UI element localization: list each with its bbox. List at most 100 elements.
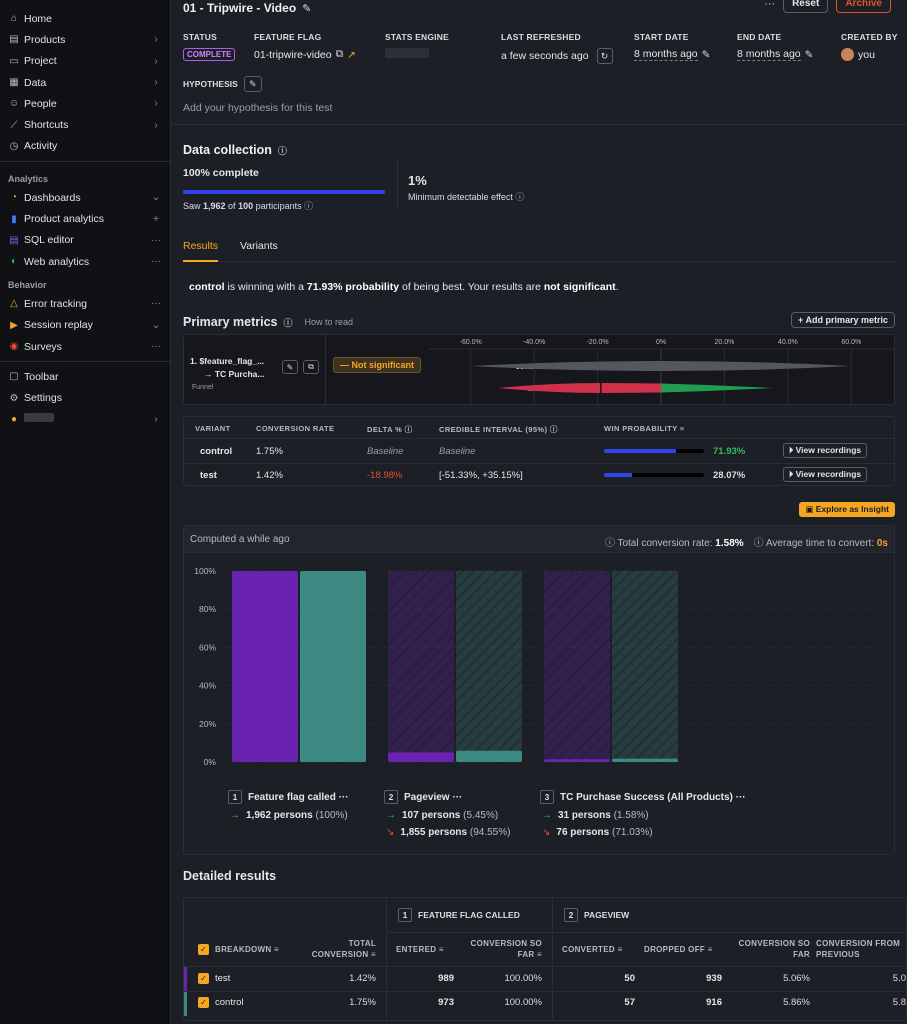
sidebar-item-trail-icon[interactable]: ⌄ <box>150 192 162 203</box>
refresh-icon[interactable]: ↻ <box>596 48 613 64</box>
stats-engine-label: STATS ENGINE <box>385 32 449 42</box>
experiment-page: 01 - Tripwire - Video ✎ ··· Reset Archiv… <box>171 0 907 1024</box>
sidebar-item-surveys[interactable]: ◉ Surveys ··· <box>0 336 170 357</box>
more-icon[interactable]: ··· <box>736 792 746 803</box>
variant-name: control <box>200 446 233 457</box>
sidebar-item-people[interactable]: ☺ People › <box>0 93 170 114</box>
checkbox-icon[interactable]: ✓ <box>198 973 209 984</box>
reset-button[interactable]: Reset <box>783 0 829 13</box>
sidebar-item-trail-icon[interactable]: › <box>150 120 162 131</box>
active-tab-indicator <box>183 260 218 262</box>
info-icon[interactable]: ⓘ <box>278 144 287 157</box>
sidebar-item-project[interactable]: ▭ Project › <box>0 51 170 72</box>
clock-icon: ◷ <box>9 140 19 152</box>
sidebar-item-trail-icon[interactable]: + <box>150 214 162 225</box>
more-icon[interactable]: ··· <box>339 792 349 803</box>
sidebar-item-trail-icon[interactable]: ⌄ <box>150 320 162 331</box>
avg-time-to-convert: ⓘ Average time to convert: 0s <box>753 538 888 549</box>
start-date-value[interactable]: 8 months ago <box>634 48 698 61</box>
tab-results[interactable]: Results <box>183 240 218 252</box>
info-icon[interactable]: ⓘ <box>304 201 313 211</box>
breakdown-cell[interactable]: ✓ test <box>198 973 230 984</box>
col-win-probability[interactable]: WIN PROBABILITY ≡ <box>604 424 685 433</box>
edit-start-date-icon[interactable]: ✎ <box>702 49 711 61</box>
edit-end-date-icon[interactable]: ✎ <box>805 49 814 61</box>
sidebar-item-shortcuts[interactable]: ⟋ Shortcuts › <box>0 114 170 135</box>
end-date-value[interactable]: 8 months ago <box>737 48 801 61</box>
sidebar-item-data[interactable]: ▦ Data › <box>0 72 170 93</box>
col-conversion-from-previous[interactable]: CONVERSION FROM PREVIOUS <box>816 938 906 960</box>
sidebar-item-toolbar[interactable]: ▢ Toolbar <box>0 366 170 387</box>
funnel-bar-chart: 100% 80% 60% 40% 20% 0% <box>194 566 889 767</box>
col-converted[interactable]: CONVERTED ≡ <box>562 944 638 955</box>
breakdown-cell[interactable]: ✓ control <box>198 997 244 1008</box>
tab-variants[interactable]: Variants <box>240 240 278 252</box>
col-breakdown[interactable]: ✓ BREAKDOWN ≡ <box>198 944 279 956</box>
col-dropped-off[interactable]: DROPPED OFF ≡ <box>644 944 730 955</box>
replay-icon: ▶ <box>10 319 18 331</box>
sidebar-item-trail-icon[interactable]: › <box>150 98 162 109</box>
sidebar-item-label: Home <box>24 12 53 25</box>
more-icon[interactable]: ··· <box>452 792 462 803</box>
checkbox-icon[interactable]: ✓ <box>198 997 209 1008</box>
sidebar-item-sql-editor[interactable]: ▤ SQL editor ··· <box>0 230 170 251</box>
sidebar-item-settings[interactable]: ⚙ Settings <box>0 387 170 408</box>
bar-test <box>388 752 454 762</box>
sidebar-item-label: Activity <box>24 140 58 153</box>
sidebar-item-trail-icon[interactable]: ··· <box>150 235 162 246</box>
mde-label: Minimum detectable effect ⓘ <box>408 192 525 202</box>
sidebar-item-web-analytics[interactable]: ◐ Web analytics ··· <box>0 251 170 272</box>
sidebar-item-trail-icon[interactable]: › <box>150 34 162 45</box>
checkbox-icon[interactable]: ✓ <box>198 944 209 956</box>
sidebar-item-trail-icon[interactable]: › <box>150 56 162 67</box>
bar-test <box>544 759 610 762</box>
add-primary-metric-button[interactable]: + Add primary metric <box>791 312 895 328</box>
edit-metric-icon[interactable]: ✎ <box>282 360 298 374</box>
info-icon[interactable]: ⓘ <box>284 316 293 329</box>
sidebar-item-trail-icon[interactable]: › <box>150 77 162 88</box>
sidebar-item-products[interactable]: ▤ Products › <box>0 29 170 50</box>
col-entered[interactable]: ENTERED ≡ <box>396 944 456 955</box>
sidebar-item-product-analytics[interactable]: ▮ Product analytics + <box>0 208 170 229</box>
bar-chart-icon: ▮ <box>11 213 17 225</box>
feature-flag-link[interactable]: 01-tripwire-video <box>254 49 332 61</box>
col-conversion-so-far[interactable]: CONVERSION SO FAR ≡ <box>460 938 542 960</box>
hypothesis-placeholder[interactable]: Add your hypothesis for this test <box>183 102 332 114</box>
edit-hypothesis-icon[interactable]: ✎ <box>243 76 262 92</box>
axis-tick-label: -20.0% <box>586 339 608 346</box>
bar-dropoff <box>388 571 454 762</box>
col-variant: VARIANT <box>195 424 231 433</box>
sidebar-item-activity[interactable]: ◷ Activity <box>0 136 170 157</box>
archive-button[interactable]: Archive <box>836 0 891 13</box>
sidebar-item-home[interactable]: ⌂ Home <box>0 8 170 29</box>
metric-name-line2: → TC Purcha... <box>204 369 265 379</box>
col-conversion-so-far-2[interactable]: CONVERSION SO FAR <box>728 938 810 960</box>
copy-icon[interactable]: ⧉ <box>336 48 344 61</box>
funnel-step: 2 Pageview ··· → 107 persons (5.45%) ↘ 1,85… <box>384 790 511 838</box>
credible-interval: Baseline <box>439 446 476 457</box>
how-to-read-link[interactable]: How to read <box>305 317 354 327</box>
feature-flag-label: FEATURE FLAG <box>254 32 322 42</box>
explore-as-insight-button[interactable]: ▣ Explore as Insight <box>799 502 895 517</box>
sidebar-item-label: Products <box>24 33 66 46</box>
external-link-icon[interactable]: ↗ <box>347 49 356 61</box>
avatar: ● <box>10 413 18 425</box>
sidebar-item-trail-icon[interactable]: ··· <box>150 341 162 352</box>
sidebar-item-trail-icon[interactable]: ··· <box>150 298 162 309</box>
step-name: TC Purchase Success (All Products) <box>560 792 733 803</box>
divider <box>397 160 398 210</box>
more-menu-button[interactable]: ··· <box>764 0 775 10</box>
experiment-meta: STATUS COMPLETE FEATURE FLAG 01-tripwire… <box>183 32 907 64</box>
duplicate-metric-icon[interactable]: ⧉ <box>303 360 319 374</box>
view-recordings-button[interactable]: ⏵ View recordings <box>783 467 868 482</box>
info-icon[interactable]: ⓘ <box>515 192 524 202</box>
edit-title-icon[interactable]: ✎ <box>302 2 311 15</box>
sidebar-item-error-tracking[interactable]: △ Error tracking ··· <box>0 293 170 314</box>
sidebar-item-trail-icon[interactable]: ··· <box>150 256 162 267</box>
sidebar-item-session-replay[interactable]: ▶ Session replay ⌄ <box>0 315 170 336</box>
view-recordings-button[interactable]: ⏵ View recordings <box>783 443 868 458</box>
user-menu[interactable]: ● › <box>0 409 170 430</box>
col-total-conversion[interactable]: TOTAL CONVERSION ≡ <box>296 938 376 960</box>
data-collection-complete: 100% complete <box>183 167 259 179</box>
sidebar-item-dashboards[interactable]: ◔ Dashboards ⌄ <box>0 187 170 208</box>
